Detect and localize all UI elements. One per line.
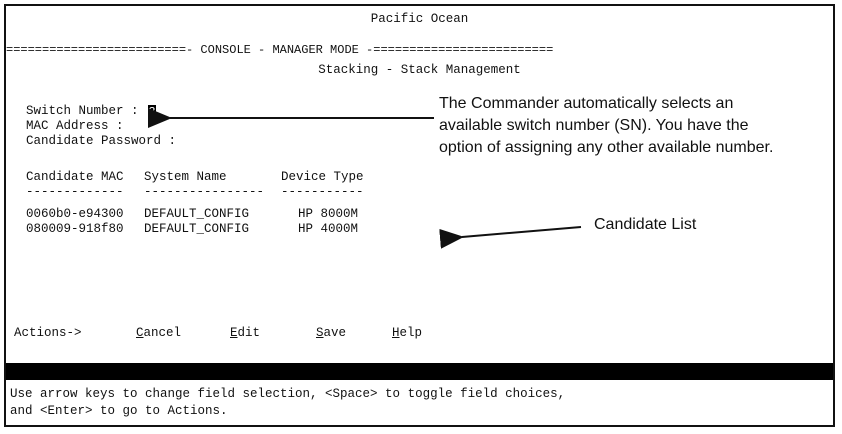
candidate-list-note: Candidate List (594, 216, 697, 233)
candidate-list-arrow (439, 226, 582, 249)
switch-number-note-line-1: The Commander automatically selects an (439, 95, 734, 112)
callout-arrows (148, 108, 582, 249)
console-screen: Pacific Ocean =========================-… (4, 4, 835, 427)
switch-number-note-line-2: available switch number (SN). You have t… (439, 117, 749, 134)
switch-number-note-line-3: option of assigning any other available … (439, 139, 774, 156)
